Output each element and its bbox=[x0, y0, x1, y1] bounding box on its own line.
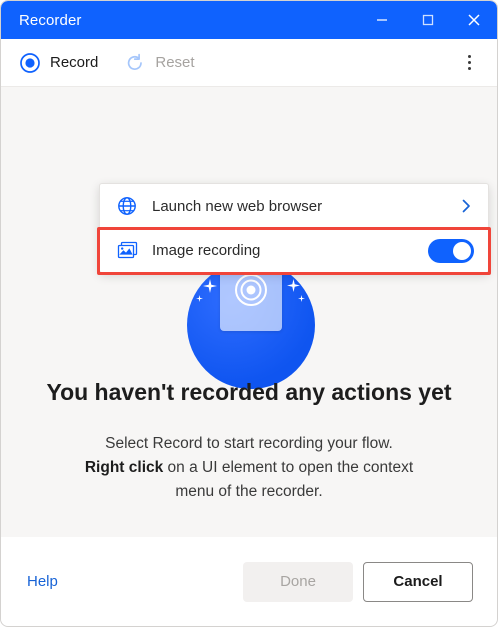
help-link[interactable]: Help bbox=[27, 573, 58, 590]
window-title: Recorder bbox=[19, 11, 82, 29]
chevron-right-icon[interactable] bbox=[458, 198, 474, 214]
image-icon bbox=[116, 241, 138, 260]
recorder-body: You haven't recorded any actions yet Sel… bbox=[1, 87, 497, 537]
minimize-button[interactable] bbox=[359, 1, 405, 39]
empty-state-headline: You haven't recorded any actions yet bbox=[46, 379, 452, 405]
minimize-icon bbox=[377, 19, 387, 21]
cancel-button[interactable]: Cancel bbox=[363, 561, 473, 602]
empty-state-description: Select Record to start recording your fl… bbox=[53, 432, 445, 504]
toolbar-reset-button[interactable]: Reset bbox=[124, 52, 195, 74]
illustration-record-icon bbox=[235, 274, 267, 306]
reset-arrow-icon bbox=[128, 53, 143, 70]
kebab-dot bbox=[467, 61, 471, 64]
description-bold-phrase: Right click bbox=[84, 459, 164, 476]
toolbar-record-label: Record bbox=[50, 54, 99, 71]
kebab-dot bbox=[467, 67, 471, 70]
menu-item-launch-new-web-browser[interactable]: Launch new web browser bbox=[100, 184, 488, 228]
menu-item-image-recording[interactable]: Image recording bbox=[100, 228, 488, 272]
menu-item-label: Image recording bbox=[152, 242, 261, 259]
recorder-options-menu: Launch new web browser Image recording bbox=[99, 183, 489, 273]
toggle-knob bbox=[453, 241, 471, 260]
kebab-dot bbox=[467, 55, 471, 58]
overflow-menu-button[interactable] bbox=[455, 47, 483, 79]
close-button[interactable] bbox=[451, 1, 497, 39]
empty-state-illustration bbox=[187, 261, 315, 389]
footer-buttons: Done Cancel bbox=[243, 561, 473, 602]
title-bar: Recorder bbox=[1, 1, 497, 39]
description-line-2: on a UI element to open the context bbox=[163, 459, 414, 476]
image-recording-toggle[interactable] bbox=[428, 238, 474, 263]
description-line-1: Select Record to start recording your fl… bbox=[105, 435, 393, 452]
close-icon bbox=[468, 14, 480, 26]
window-controls bbox=[359, 1, 497, 39]
menu-item-label: Launch new web browser bbox=[152, 197, 323, 215]
toolbar-reset-label: Reset bbox=[155, 54, 195, 71]
maximize-button[interactable] bbox=[405, 1, 451, 39]
record-radio-icon bbox=[20, 52, 40, 73]
sparkle-icon bbox=[298, 295, 305, 302]
maximize-icon bbox=[422, 14, 434, 26]
dialog-footer: Help Done Cancel bbox=[1, 537, 497, 626]
recorder-window: Recorder Record Reset You haven't record… bbox=[0, 0, 498, 627]
done-button[interactable]: Done bbox=[243, 561, 353, 602]
recorder-toolbar: Record Reset bbox=[1, 39, 497, 87]
globe-icon bbox=[116, 196, 138, 216]
description-line-3: menu of the recorder. bbox=[175, 483, 323, 500]
toolbar-record-button[interactable]: Record bbox=[19, 52, 98, 74]
sparkle-icon bbox=[196, 295, 203, 302]
sparkle-icon bbox=[203, 279, 217, 293]
sparkle-icon bbox=[287, 279, 300, 292]
